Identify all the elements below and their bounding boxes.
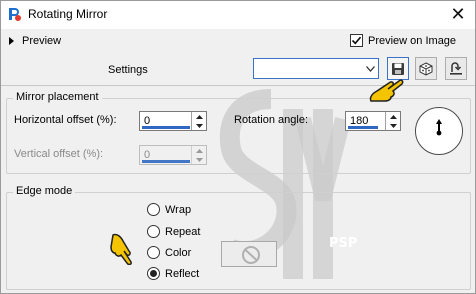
edge-mode-option-wrap[interactable]: Wrap xyxy=(147,203,191,216)
horizontal-offset-arrows[interactable] xyxy=(191,112,206,130)
pointing-hand-icon xyxy=(110,233,132,265)
title-bar: Rotating Mirror ✕ xyxy=(1,1,475,29)
rotation-angle-indicator xyxy=(348,126,378,129)
randomize-icon xyxy=(419,61,433,76)
mirror-placement-group: Mirror placement xyxy=(6,91,471,174)
rotation-angle-dial[interactable] xyxy=(415,107,463,155)
color-label: Color xyxy=(165,246,192,259)
settings-preset-dropdown[interactable] xyxy=(253,58,379,79)
reflect-label: Reflect xyxy=(165,267,200,280)
disabled-color-icon xyxy=(242,246,260,264)
reset-button[interactable] xyxy=(445,57,467,80)
vertical-offset-label: Vertical offset (%): xyxy=(14,148,104,160)
settings-label: Settings xyxy=(108,64,148,76)
reset-icon xyxy=(450,61,462,75)
randomize-button[interactable] xyxy=(415,57,437,80)
dial-pointer-icon xyxy=(436,119,442,136)
pointing-hand-icon xyxy=(369,79,404,102)
spin-down-icon[interactable] xyxy=(386,121,400,130)
repeat-radio[interactable] xyxy=(147,225,160,238)
horizontal-offset-label: Horizontal offset (%): xyxy=(14,114,117,126)
horizontal-offset-spinner[interactable]: 0 xyxy=(139,111,207,131)
preview-on-image-checkbox[interactable] xyxy=(350,34,363,47)
preview-on-image-option[interactable]: Preview on Image xyxy=(350,34,456,47)
edge-mode-option-color[interactable]: Color xyxy=(147,246,191,259)
edge-mode-option-repeat[interactable]: Repeat xyxy=(147,225,200,238)
wrap-radio[interactable] xyxy=(147,203,160,216)
dialog-window: Rotating Mirror ✕ Preview Preview on Ima… xyxy=(0,0,476,294)
vertical-offset-indicator xyxy=(142,160,190,163)
preview-toggle[interactable]: Preview xyxy=(9,35,61,47)
mirror-placement-title: Mirror placement xyxy=(13,91,102,103)
spin-up-icon[interactable] xyxy=(192,112,206,121)
paintshop-pro-icon xyxy=(6,6,22,22)
checkmark-icon xyxy=(351,36,362,45)
horizontal-offset-indicator xyxy=(142,126,190,129)
spin-down-icon[interactable] xyxy=(192,121,206,130)
color-swatch xyxy=(221,241,277,267)
color-radio[interactable] xyxy=(147,246,160,259)
spin-up-icon xyxy=(192,146,206,155)
repeat-label: Repeat xyxy=(165,225,201,238)
close-icon: ✕ xyxy=(450,3,466,24)
close-button[interactable]: ✕ xyxy=(447,3,469,25)
preview-toggle-label: Preview xyxy=(22,35,62,47)
preview-on-image-label: Preview on Image xyxy=(368,34,457,47)
rotation-angle-spinner[interactable]: 180 xyxy=(345,111,401,131)
rotation-angle-label: Rotation angle: xyxy=(234,114,308,126)
vertical-offset-spinner: 0 xyxy=(139,145,207,165)
rotation-angle-arrows[interactable] xyxy=(385,112,400,130)
vertical-offset-arrows xyxy=(191,146,206,164)
spin-down-icon xyxy=(192,155,206,164)
edge-mode-title: Edge mode xyxy=(13,185,76,197)
wrap-label: Wrap xyxy=(165,203,192,216)
expand-triangle-icon xyxy=(9,37,14,45)
edge-mode-option-reflect[interactable]: Reflect xyxy=(147,267,199,280)
spin-up-icon[interactable] xyxy=(386,112,400,121)
window-title: Rotating Mirror xyxy=(28,7,108,21)
selected-dot-icon xyxy=(150,270,157,277)
reflect-radio[interactable] xyxy=(147,267,160,280)
